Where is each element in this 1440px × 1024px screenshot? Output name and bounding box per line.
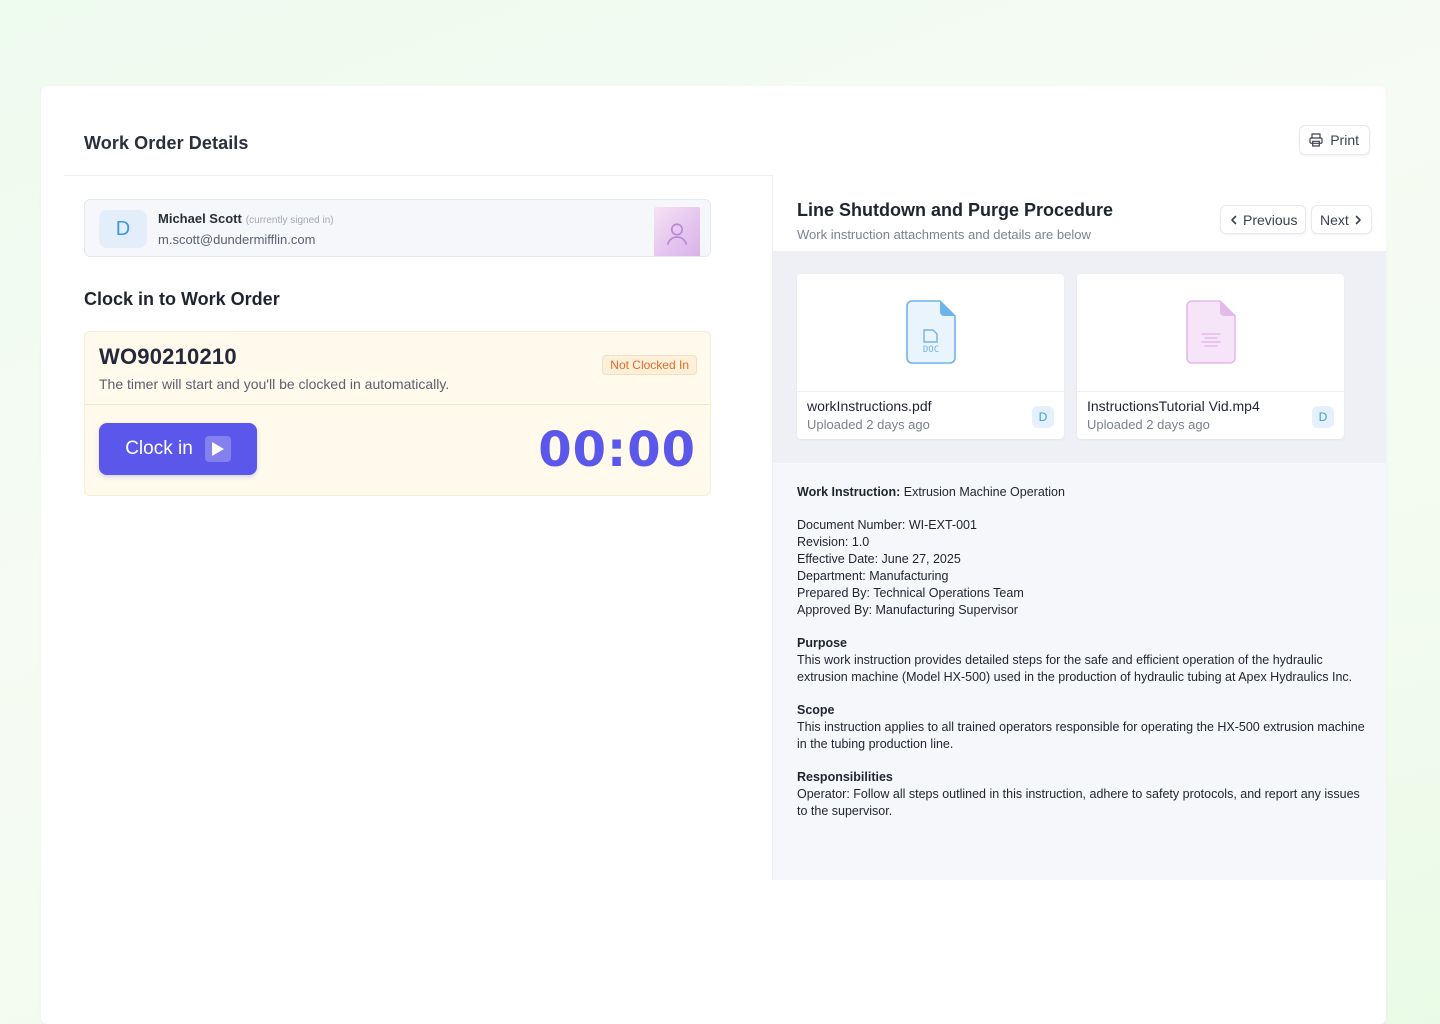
scope-text: This instruction applies to all trained … bbox=[797, 720, 1365, 751]
scope-heading: Scope bbox=[797, 703, 835, 717]
responsibilities-heading: Responsibilities bbox=[797, 770, 893, 784]
printer-icon bbox=[1309, 133, 1323, 147]
page-title: Work Order Details bbox=[84, 133, 249, 153]
work-instruction-line: Work Instruction: Extrusion Machine Oper… bbox=[797, 484, 1372, 501]
user-status: (currently signed in) bbox=[245, 215, 334, 226]
clock-section-title: Clock in to Work Order bbox=[84, 289, 280, 309]
user-email: m.scott@dundermifflin.com bbox=[158, 232, 316, 247]
work-instruction-label: Work Instruction: bbox=[797, 485, 901, 499]
effective-date: Effective Date: June 27, 2025 bbox=[797, 552, 961, 566]
work-order-clock-card: WO90210210 The timer will start and you'… bbox=[84, 331, 711, 496]
previous-label: Previous bbox=[1243, 211, 1298, 228]
work-instruction-details: Work Instruction: Extrusion Machine Oper… bbox=[797, 484, 1372, 820]
work-order-id: WO90210210 bbox=[99, 344, 237, 369]
previous-button[interactable]: Previous bbox=[1220, 205, 1307, 234]
attachment-card[interactable]: InstructionsTutorial Vid.mp4 Uploaded 2 … bbox=[1077, 274, 1344, 439]
chevron-right-icon bbox=[1355, 215, 1361, 224]
attachment-date: Uploaded 2 days ago bbox=[1087, 417, 1210, 432]
attachment-name: InstructionsTutorial Vid.mp4 bbox=[1087, 398, 1260, 414]
svg-text:DOC: DOC bbox=[922, 345, 938, 355]
status-badge: Not Clocked In bbox=[602, 355, 697, 375]
doc-file-icon: DOC bbox=[905, 300, 956, 364]
revision: Revision: 1.0 bbox=[797, 535, 870, 549]
timer-display: 00:00 bbox=[538, 422, 696, 478]
attachment-thumbnail bbox=[1077, 274, 1344, 392]
attachments-area: DOC workInstructions.pdf Uploaded 2 days… bbox=[773, 251, 1386, 463]
clock-card-divider bbox=[85, 404, 710, 405]
print-button[interactable]: Print bbox=[1299, 125, 1370, 155]
clock-in-label: Clock in bbox=[125, 438, 193, 459]
clock-in-button[interactable]: Clock in bbox=[99, 423, 257, 475]
user-photo bbox=[654, 207, 700, 256]
instruction-header: Line Shutdown and Purge Procedure Work i… bbox=[773, 175, 1386, 252]
attachment-card[interactable]: DOC workInstructions.pdf Uploaded 2 days… bbox=[797, 274, 1064, 439]
responsibilities-text: Operator: Follow all steps outlined in t… bbox=[797, 787, 1360, 818]
purpose-text: This work instruction provides detailed … bbox=[797, 653, 1353, 684]
user-name-line: Michael Scott (currently signed in) bbox=[158, 211, 334, 226]
work-instruction-value: Extrusion Machine Operation bbox=[903, 485, 1065, 499]
attachment-name: workInstructions.pdf bbox=[807, 398, 932, 414]
attachment-date: Uploaded 2 days ago bbox=[807, 417, 930, 432]
play-icon bbox=[204, 436, 231, 462]
user-avatar: D bbox=[99, 210, 147, 248]
clock-subtitle: The timer will start and you'll be clock… bbox=[99, 376, 450, 392]
person-icon bbox=[666, 223, 688, 245]
video-file-icon bbox=[1185, 300, 1236, 364]
uploader-avatar: D bbox=[1032, 406, 1054, 428]
instruction-title: Line Shutdown and Purge Procedure bbox=[797, 200, 1114, 220]
uploader-avatar: D bbox=[1312, 406, 1334, 428]
work-order-card: Work Order Details Print D Michael Scott… bbox=[41, 86, 1386, 1024]
document-number: Document Number: WI-EXT-001 bbox=[797, 518, 977, 532]
signed-in-user-card: D Michael Scott (currently signed in) m.s… bbox=[84, 199, 711, 257]
user-name: Michael Scott bbox=[158, 211, 242, 226]
work-instruction-panel: Line Shutdown and Purge Procedure Work i… bbox=[772, 175, 1386, 880]
attachment-thumbnail: DOC bbox=[797, 274, 1064, 392]
chevron-left-icon bbox=[1231, 215, 1237, 224]
approved-by: Approved By: Manufacturing Supervisor bbox=[797, 603, 1018, 617]
instruction-subtitle: Work instruction attachments and details… bbox=[797, 227, 1091, 242]
print-label: Print bbox=[1330, 132, 1359, 148]
purpose-heading: Purpose bbox=[797, 636, 848, 650]
next-button[interactable]: Next bbox=[1311, 205, 1372, 234]
department: Department: Manufacturing bbox=[797, 569, 949, 583]
next-label: Next bbox=[1320, 211, 1349, 228]
prepared-by: Prepared By: Technical Operations Team bbox=[797, 586, 1024, 600]
